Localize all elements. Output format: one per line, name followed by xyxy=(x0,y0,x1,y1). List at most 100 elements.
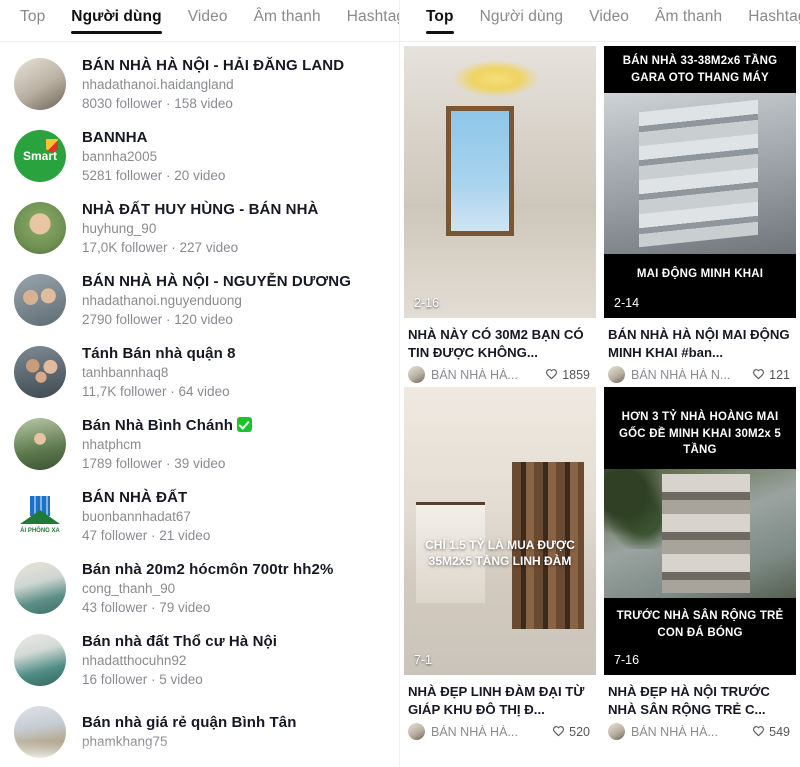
avatar[interactable] xyxy=(14,202,66,254)
tab-top[interactable]: Top xyxy=(426,8,454,34)
avatar[interactable]: Smart xyxy=(14,130,66,182)
avatar[interactable] xyxy=(14,58,66,110)
user-handle: nhadathanoi.haidangland xyxy=(82,76,234,92)
tab-hashtag[interactable]: Hashtag xyxy=(748,8,800,34)
user-meta: Bán nhà đất Thổ cư Hà Nội nhadatthocuhn9… xyxy=(82,632,385,689)
like-count: 121 xyxy=(769,367,790,382)
tab-am-thanh[interactable]: Âm thanh xyxy=(655,8,722,34)
user-display-name: BÁN NHÀ HÀ NỘI - HẢI ĐĂNG LAND xyxy=(82,56,345,74)
avatar[interactable] xyxy=(14,418,66,470)
user-stats: 1789 follower · 39 video xyxy=(82,455,226,471)
app-screen: Top Người dùng Video Âm thanh Hashtag BÁ… xyxy=(0,0,800,767)
video-thumbnail[interactable]: HƠN 3 TỶ NHÀ HOÀNG MAI GỐC ĐỀ MINH KHAI … xyxy=(604,387,796,675)
user-display-name: BÁN NHÀ HÀ NỘI - NGUYỄN DƯƠNG xyxy=(82,272,351,290)
video-card[interactable]: HƠN 3 TỶ NHÀ HOÀNG MAI GỐC ĐỀ MINH KHAI … xyxy=(604,387,796,740)
video-thumbnail[interactable]: CHỈ 1.5 TỶ LÀ MUA ĐƯỢC 35M2x5 TẦNG LINH … xyxy=(404,387,596,675)
like-count-group: 520 xyxy=(552,725,590,739)
right-tabbar: Top Người dùng Video Âm thanh Hashtag xyxy=(400,0,800,42)
avatar[interactable]: ÁI PHỐNG XA xyxy=(14,490,66,542)
video-duration: 2-14 xyxy=(614,296,640,310)
list-item[interactable]: BÁN NHÀ HÀ NỘI - NGUYỄN DƯƠNG nhadathano… xyxy=(0,264,399,336)
video-duration: 2-16 xyxy=(414,296,440,310)
user-handle: bannha2005 xyxy=(82,148,158,164)
heart-icon xyxy=(545,368,558,381)
avatar[interactable] xyxy=(14,562,66,614)
thumbnail-top-band-text: BÁN NHÀ 33-38M2x6 TẦNG GARA OTO THANG MÁ… xyxy=(604,46,796,93)
like-count-group: 1859 xyxy=(545,368,590,382)
user-meta: BÁN NHÀ HÀ NỘI - NGUYỄN DƯƠNG nhadathano… xyxy=(82,272,385,329)
tab-top[interactable]: Top xyxy=(20,8,45,34)
video-result-grid: 2-16 NHÀ NÀY CÓ 30M2 BẠN CÓ TIN ĐƯỢC KHÔ… xyxy=(400,42,800,740)
tab-hashtag[interactable]: Hashtag xyxy=(347,8,399,34)
list-item[interactable]: NHÀ ĐẤT HUY HÙNG - BÁN NHÀ huyhung_90 17… xyxy=(0,192,399,264)
tab-video[interactable]: Video xyxy=(188,8,228,34)
list-item[interactable]: Bán nhà đất Thổ cư Hà Nội nhadatthocuhn9… xyxy=(0,624,399,696)
like-count: 1859 xyxy=(562,367,590,382)
avatar[interactable] xyxy=(14,634,66,686)
user-meta: Bán nhà 20m2 hócmôn 700tr hh2% cong_than… xyxy=(82,560,385,617)
user-stats: 43 follower · 79 video xyxy=(82,599,211,615)
user-stats: 16 follower · 5 video xyxy=(82,671,203,687)
video-card[interactable]: BÁN NHÀ 33-38M2x6 TẦNG GARA OTO THANG MÁ… xyxy=(604,46,796,383)
user-handle: tanhbannhaq8 xyxy=(82,364,169,380)
video-card[interactable]: CHỈ 1.5 TỶ LÀ MUA ĐƯỢC 35M2x5 TẦNG LINH … xyxy=(404,387,596,740)
thumbnail-image: CHỈ 1.5 TỶ LÀ MUA ĐƯỢC 35M2x5 TẦNG LINH … xyxy=(404,387,596,675)
video-card-footer: BÁN NHÀ HÀ N... 121 xyxy=(604,362,796,383)
heart-icon xyxy=(552,725,565,738)
author-name[interactable]: BÁN NHÀ HÀ N... xyxy=(631,368,746,382)
video-thumbnail[interactable]: 2-16 xyxy=(404,46,596,318)
tab-video[interactable]: Video xyxy=(589,8,629,34)
author-avatar[interactable] xyxy=(408,366,425,383)
tab-nguoi-dung[interactable]: Người dùng xyxy=(480,8,564,34)
video-card-footer: BÁN NHÀ HÀ... 1859 xyxy=(404,362,596,383)
list-item[interactable]: Tánh Bán nhà quận 8 tanhbannhaq8 11,7K f… xyxy=(0,336,399,408)
user-stats: 2790 follower · 120 video xyxy=(82,311,233,327)
like-count-group: 121 xyxy=(752,368,790,382)
user-handle: nhadathanoi.nguyenduong xyxy=(82,292,242,308)
thumbnail-top-band-text: HƠN 3 TỶ NHÀ HOÀNG MAI GỐC ĐỀ MINH KHAI … xyxy=(604,387,796,469)
author-avatar[interactable] xyxy=(608,366,625,383)
avatar[interactable] xyxy=(14,274,66,326)
avatar-logo-text: Smart xyxy=(22,149,57,163)
like-count: 549 xyxy=(769,724,790,739)
list-item[interactable]: ÁI PHỐNG XA BÁN NHÀ ĐẤT buonbannhadat67 … xyxy=(0,480,399,552)
list-item[interactable]: Bán Nhà Bình Chánh nhatphcm 1789 followe… xyxy=(0,408,399,480)
user-display-name: BÁN NHÀ ĐẤT xyxy=(82,488,188,506)
user-display-name: Bán nhà 20m2 hócmôn 700tr hh2% xyxy=(82,560,334,578)
like-count: 520 xyxy=(569,724,590,739)
video-duration: 7-16 xyxy=(614,653,640,667)
list-item[interactable]: Bán nhà 20m2 hócmôn 700tr hh2% cong_than… xyxy=(0,552,399,624)
heart-icon xyxy=(752,725,765,738)
user-meta: BÁN NHÀ HÀ NỘI - HẢI ĐĂNG LAND nhadathan… xyxy=(82,56,385,113)
video-card-footer: BÁN NHÀ HÀ... 549 xyxy=(604,719,796,740)
tab-am-thanh[interactable]: Âm thanh xyxy=(254,8,321,34)
list-item[interactable]: Bán nhà giá rẻ quận Bình Tân phamkhang75 xyxy=(0,696,399,767)
user-display-name: NHÀ ĐẤT HUY HÙNG - BÁN NHÀ xyxy=(82,200,319,218)
user-display-name-text: Bán Nhà Bình Chánh xyxy=(82,416,233,434)
user-meta: Bán Nhà Bình Chánh nhatphcm 1789 followe… xyxy=(82,416,385,473)
user-stats: 8030 follower · 158 video xyxy=(82,95,233,111)
heart-icon xyxy=(752,368,765,381)
video-card[interactable]: 2-16 NHÀ NÀY CÓ 30M2 BẠN CÓ TIN ĐƯỢC KHÔ… xyxy=(404,46,596,383)
user-stats: 11,7K follower · 64 video xyxy=(82,383,230,399)
list-item[interactable]: BÁN NHÀ HÀ NỘI - HẢI ĐĂNG LAND nhadathan… xyxy=(0,48,399,120)
user-stats: 47 follower · 21 video xyxy=(82,527,211,543)
user-handle: nhadatthocuhn92 xyxy=(82,652,187,668)
video-thumbnail[interactable]: BÁN NHÀ 33-38M2x6 TẦNG GARA OTO THANG MÁ… xyxy=(604,46,796,318)
user-stats: 17,0K follower · 227 video xyxy=(82,239,239,255)
tab-nguoi-dung[interactable]: Người dùng xyxy=(71,8,163,34)
user-display-name: BANNHA xyxy=(82,128,148,146)
list-item[interactable]: Smart BANNHA bannha2005 5281 follower · … xyxy=(0,120,399,192)
author-avatar[interactable] xyxy=(408,723,425,740)
user-display-name: Bán Nhà Bình Chánh xyxy=(82,416,385,435)
author-avatar[interactable] xyxy=(608,723,625,740)
author-name[interactable]: BÁN NHÀ HÀ... xyxy=(431,368,539,382)
author-name[interactable]: BÁN NHÀ HÀ... xyxy=(631,725,746,739)
avatar[interactable] xyxy=(14,706,66,758)
thumbnail-image: 2-16 xyxy=(404,46,596,318)
left-tabbar: Top Người dùng Video Âm thanh Hashtag xyxy=(0,0,399,42)
user-display-name: Tánh Bán nhà quận 8 xyxy=(82,344,236,362)
author-name[interactable]: BÁN NHÀ HÀ... xyxy=(431,725,546,739)
avatar[interactable] xyxy=(14,346,66,398)
house-roof-icon xyxy=(20,510,60,524)
